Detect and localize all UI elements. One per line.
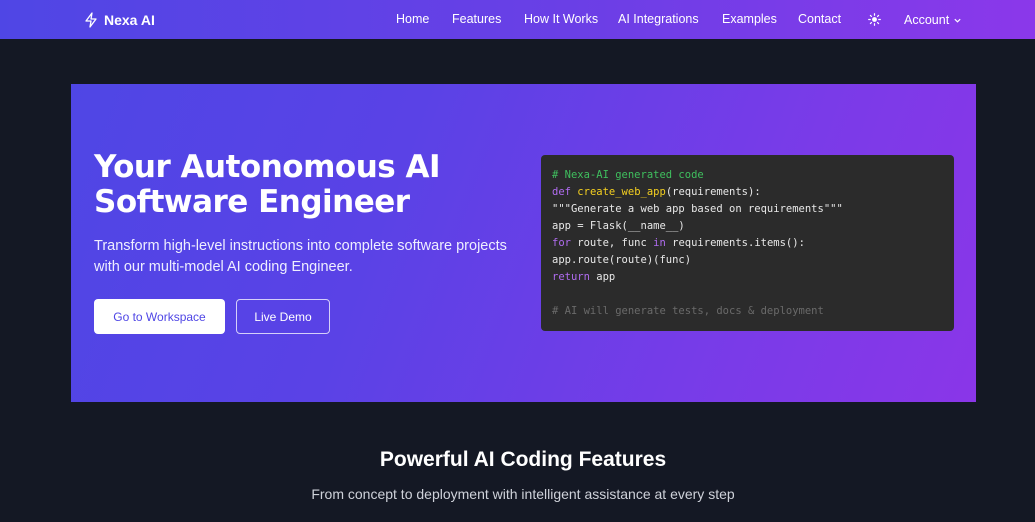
code-snippet: # Nexa-AI generated code def create_web_… <box>541 155 954 331</box>
hero-section: Your Autonomous AI Software Engineer Tra… <box>71 84 976 402</box>
hero-subtitle: Transform high-level instructions into c… <box>94 238 507 275</box>
account-label: Account <box>904 13 950 27</box>
nav-link-examples[interactable]: Examples <box>722 12 777 26</box>
account-menu[interactable]: Account <box>904 13 962 27</box>
nav-link-features[interactable]: Features <box>452 12 501 26</box>
nav-link-contact[interactable]: Contact <box>798 12 841 26</box>
code-text: requirements.items(): <box>665 237 805 249</box>
nav-link-how-it-works[interactable]: How It Works <box>524 12 598 26</box>
code-line-return: return app <box>552 269 943 286</box>
code-keyword: return <box>552 271 590 283</box>
code-docstring: """Generate a web app based on requireme… <box>552 203 843 215</box>
hero-title: Your Autonomous AI Software Engineer <box>94 149 441 220</box>
lightning-bolt-icon <box>85 12 97 28</box>
brand-name: Nexa AI <box>104 12 155 28</box>
features-title: Powerful AI Coding Features <box>379 448 667 471</box>
nav-link-ai-integrations[interactable]: AI Integrations <box>618 12 699 26</box>
sun-icon[interactable] <box>868 13 881 26</box>
code-line-for: for route, func in requirements.items(): <box>552 235 943 252</box>
code-line-route: app.route(route)(func) <box>552 254 692 266</box>
code-comment-footer: # AI will generate tests, docs & deploym… <box>552 305 824 317</box>
code-keyword: def <box>552 186 571 198</box>
code-params: (requirements): <box>665 186 761 198</box>
nav-link-home[interactable]: Home <box>396 12 429 26</box>
code-comment: # Nexa-AI generated code <box>552 169 704 181</box>
go-to-workspace-button[interactable]: Go to Workspace <box>94 299 225 334</box>
brand-logo[interactable]: Nexa AI <box>84 11 155 29</box>
code-text: app <box>589 271 616 283</box>
chevron-down-icon <box>954 18 961 23</box>
live-demo-button[interactable]: Live Demo <box>236 299 330 334</box>
features-subtitle: From concept to deployment with intellig… <box>311 486 735 502</box>
top-navbar: Nexa AI Home Features How It Works AI In… <box>0 0 1035 39</box>
code-keyword: in <box>653 237 666 249</box>
code-keyword: for <box>552 237 571 249</box>
code-function-name: create_web_app <box>577 186 666 198</box>
code-text: route, func <box>570 237 654 249</box>
code-line-def: def create_web_app(requirements): <box>552 184 943 201</box>
code-line-app: app = Flask(__name__) <box>552 220 685 232</box>
